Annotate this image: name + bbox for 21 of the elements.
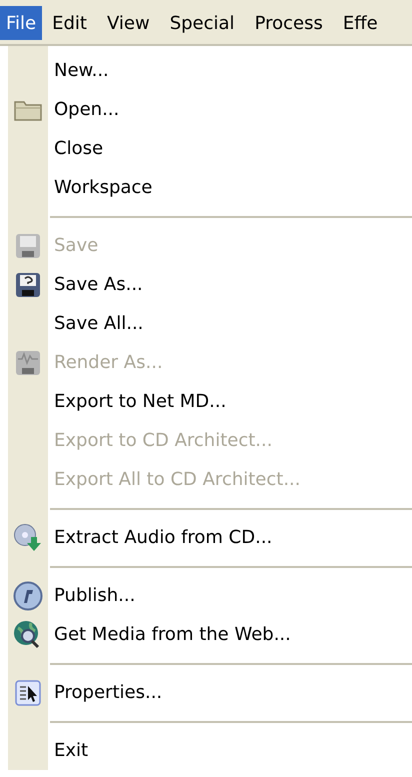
menu-item[interactable]: Open... <box>54 96 120 123</box>
menu-title[interactable]: View <box>96 6 160 40</box>
menu-item[interactable]: Exit <box>54 737 88 764</box>
menu-title[interactable]: File <box>0 6 42 40</box>
menu-item[interactable]: Close <box>54 135 104 162</box>
menu-item[interactable]: Get Media from the Web... <box>54 621 291 648</box>
menu-item[interactable]: Save As... <box>54 271 143 298</box>
disc-download-icon <box>13 522 43 552</box>
menu-item[interactable]: New... <box>54 57 109 84</box>
menu-item[interactable]: Properties... <box>54 679 162 706</box>
menu-title[interactable]: Edit <box>42 6 97 40</box>
menu-title[interactable]: Process <box>244 6 333 40</box>
menu-item[interactable]: Export to Net MD... <box>54 388 226 415</box>
menu-item[interactable]: Save All... <box>54 310 144 337</box>
menu-item[interactable]: Extract Audio from CD... <box>54 524 272 551</box>
properties-pointer-icon <box>15 680 41 706</box>
menu-title[interactable]: Special <box>160 6 245 40</box>
menu-title[interactable]: Effe <box>332 6 388 40</box>
menu-item[interactable]: Workspace <box>54 174 152 201</box>
publish-circle-icon <box>13 580 43 610</box>
menu-item[interactable]: Publish... <box>54 582 136 609</box>
